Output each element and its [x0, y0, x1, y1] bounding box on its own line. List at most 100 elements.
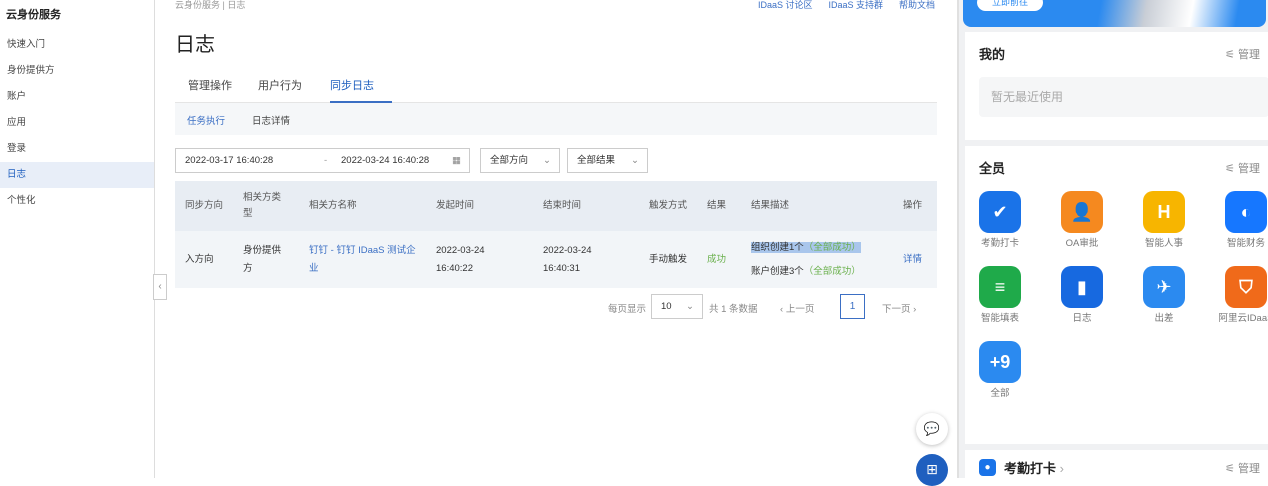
mine-card: 我的 ⚟ 管理 暂无最近使用 — [965, 32, 1268, 140]
sidebar-item-idp[interactable]: 身份提供方 — [0, 58, 154, 84]
app-label: 全部 — [990, 388, 1010, 399]
banner-button[interactable]: 立即前往 — [977, 0, 1043, 11]
cell-result: 成功 — [697, 231, 741, 288]
subtab-log-detail[interactable]: 日志详情 — [252, 113, 290, 127]
cell-name-link[interactable]: 钉钉 - 钉钉 IDaaS 测试企业 — [299, 231, 426, 288]
col-trigger: 触发方式 — [639, 181, 697, 231]
detail-link[interactable]: 详情 — [893, 231, 937, 288]
app-item[interactable]: ✈ 出差 — [1134, 266, 1194, 325]
sidebar-item-accounts[interactable]: 账户 — [0, 84, 154, 110]
calendar-icon: ▦ — [452, 155, 461, 166]
mine-manage-button[interactable]: ⚟ 管理 — [1225, 46, 1260, 62]
subtab-bar: 任务执行 日志详情 — [175, 103, 937, 135]
app-label: 考勤打卡 — [980, 238, 1019, 249]
cell-type: 身份提供方 — [233, 231, 299, 288]
link-forum[interactable]: IDaaS 讨论区 — [758, 0, 813, 10]
app-item[interactable]: ⛉ 阿里云IDaaS — [1216, 266, 1268, 325]
app-label: 出差 — [1154, 313, 1174, 324]
per-page-label: 每页显示 — [608, 304, 647, 315]
empty-recent: 暂无最近使用 — [979, 77, 1268, 117]
app-label: 阿里云IDaaS — [1218, 313, 1268, 324]
cell-desc: 组织创建1个（全部成功） 账户创建3个（全部成功） — [741, 231, 893, 288]
all-staff-manage-button[interactable]: ⚟ 管理 — [1225, 160, 1260, 176]
top-links: IDaaS 讨论区 IDaaS 支持群 帮助文档 — [742, 0, 935, 11]
date-separator: - — [324, 155, 328, 166]
tab-user-behavior[interactable]: 用户行为 — [258, 77, 302, 93]
sidebar-item-apps[interactable]: 应用 — [0, 110, 154, 136]
link-support-group[interactable]: IDaaS 支持群 — [828, 0, 883, 10]
tab-admin-ops[interactable]: 管理操作 — [188, 77, 232, 93]
location-pin-icon: ● — [979, 459, 996, 476]
col-direction: 同步方向 — [175, 181, 233, 231]
cell-start: 2022-03-24 16:40:22 — [426, 231, 533, 288]
end-date[interactable]: 2022-03-24 16:40:28 — [341, 149, 429, 172]
breadcrumb-root[interactable]: 云身份服务 — [175, 0, 220, 10]
app-icon: ✈ — [1143, 266, 1185, 308]
breadcrumb: 云身份服务 | 日志 — [175, 0, 246, 10]
direction-value: 全部方向 — [490, 155, 529, 166]
app-item[interactable]: ◐ 智能财务 — [1216, 191, 1268, 250]
direction-select[interactable]: 全部方向 ⌄ — [480, 148, 560, 173]
app-item[interactable]: ≡ 智能填表 — [970, 266, 1030, 325]
app-label: 智能人事 — [1144, 238, 1183, 249]
app-item[interactable]: 👤 OA审批 — [1052, 191, 1112, 250]
sidebar: 云身份服务 快速入门 身份提供方 账户 应用 登录 日志 个性化 — [0, 0, 155, 478]
page-title: 日志 — [175, 34, 215, 56]
sync-log-table: 同步方向 相关方类型 相关方名称 发起时间 结束时间 触发方式 结果 结果描述 … — [175, 181, 937, 288]
chevron-down-icon: ⌄ — [631, 155, 639, 166]
cell-direction: 入方向 — [175, 231, 233, 288]
attendance-card: ● 考勤打卡 › ⚟ 管理 — [965, 450, 1268, 480]
app-icon: 👤 — [1061, 191, 1103, 233]
app-icon: ⛉ — [1225, 266, 1267, 308]
app-item[interactable]: H 智能人事 — [1134, 191, 1194, 250]
subtab-task-exec[interactable]: 任务执行 — [187, 113, 225, 127]
manage-label: 管理 — [1238, 463, 1260, 475]
per-page-value: 10 — [661, 301, 672, 312]
app-label: 智能财务 — [1226, 238, 1265, 249]
apps-grid-icon[interactable]: ⊞ — [916, 454, 948, 486]
app-label: 智能填表 — [980, 313, 1019, 324]
sidebar-title: 云身份服务 — [6, 9, 61, 21]
desc-org: 组织创建1个 — [751, 241, 804, 253]
attendance-title[interactable]: 考勤打卡 › — [1004, 458, 1064, 477]
sidebar-item-personalize[interactable]: 个性化 — [0, 188, 154, 214]
app-label: OA审批 — [1065, 238, 1099, 249]
chevron-down-icon: ⌄ — [686, 301, 694, 312]
page-1-button[interactable]: 1 — [840, 294, 865, 319]
prev-page-button[interactable]: ‹ 上一页 — [780, 301, 814, 315]
result-select[interactable]: 全部结果 ⌄ — [567, 148, 648, 173]
table-row: 入方向 身份提供方 钉钉 - 钉钉 IDaaS 测试企业 2022-03-24 … — [175, 231, 937, 288]
app-item[interactable]: ▮ 日志 — [1052, 266, 1112, 325]
col-result: 结果 — [697, 181, 741, 231]
date-range-picker[interactable]: 2022-03-17 16:40:28 - 2022-03-24 16:40:2… — [175, 148, 470, 173]
sidebar-item-quickstart[interactable]: 快速入门 — [0, 32, 154, 58]
per-page-select[interactable]: 10 ⌄ — [651, 294, 703, 319]
all-staff-title: 全员 — [979, 161, 1006, 176]
start-date[interactable]: 2022-03-17 16:40:28 — [185, 155, 273, 166]
attendance-manage-button[interactable]: ⚟ 管理 — [1225, 460, 1260, 476]
next-page-button[interactable]: 下一页 › — [882, 301, 916, 315]
app-icon: ▮ — [1061, 266, 1103, 308]
col-start: 发起时间 — [426, 181, 533, 231]
cell-trigger: 手动触发 — [639, 231, 697, 288]
app-icon: ✔ — [979, 191, 1021, 233]
manage-label: 管理 — [1238, 163, 1260, 175]
desc-account-status: （全部成功） — [803, 265, 861, 277]
app-icon: H — [1143, 191, 1185, 233]
chat-icon[interactable]: 💬 — [916, 413, 948, 445]
sidebar-item-login[interactable]: 登录 — [0, 136, 154, 162]
link-help-docs[interactable]: 帮助文档 — [899, 0, 935, 10]
app-item[interactable]: +9 全部 — [970, 341, 1030, 400]
chevron-down-icon: ⌄ — [543, 155, 551, 166]
app-item[interactable]: ✔ 考勤打卡 — [970, 191, 1030, 250]
tab-sync-log[interactable]: 同步日志 — [330, 77, 374, 93]
all-staff-card: 全员 ⚟ 管理 ✔ 考勤打卡 👤 OA审批 H 智能人事 ◐ 智能财务 ≡ 智能填表 ▮ 日志 ✈ 出差 ⛉… — [965, 146, 1268, 444]
table-header: 同步方向 相关方类型 相关方名称 发起时间 结束时间 触发方式 结果 结果描述 … — [175, 181, 937, 231]
sidebar-item-logs[interactable]: 日志 — [0, 162, 154, 188]
banner: 立即前往 — [963, 0, 1266, 27]
app-icon: +9 — [979, 341, 1021, 383]
col-end: 结束时间 — [533, 181, 639, 231]
app-icon: ◐ — [1225, 191, 1267, 233]
col-name: 相关方名称 — [299, 181, 426, 231]
total-count: 共 1 条数据 — [709, 304, 758, 315]
